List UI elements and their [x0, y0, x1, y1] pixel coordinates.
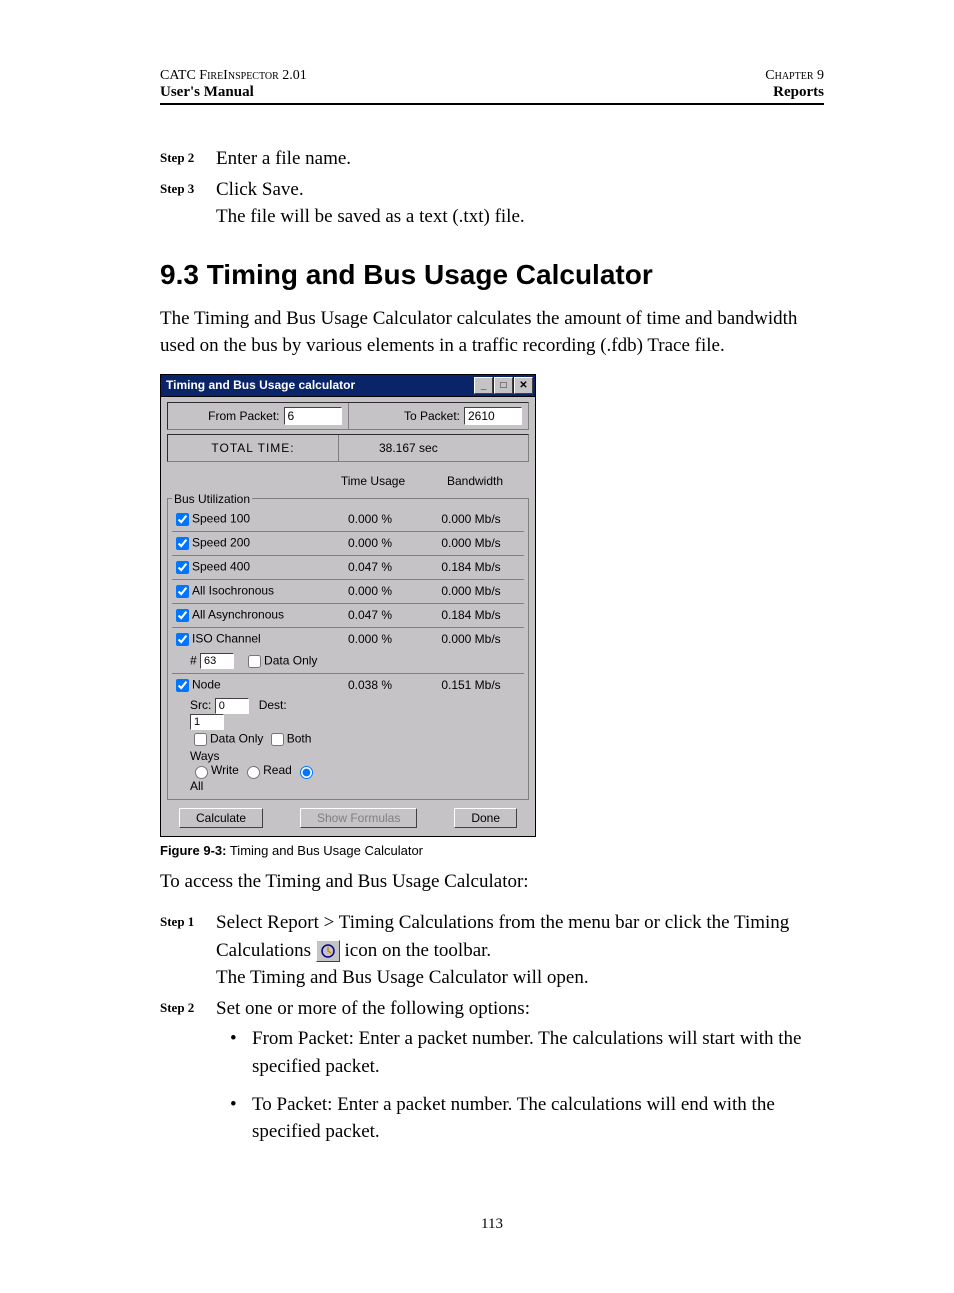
node-dest-label: Dest:: [259, 698, 287, 712]
section-intro: The Timing and Bus Usage Calculator calc…: [160, 305, 824, 360]
page-number: 113: [160, 1216, 824, 1233]
col-bandwidth: Bandwidth: [421, 474, 529, 488]
access-intro: To access the Timing and Bus Usage Calcu…: [160, 868, 824, 896]
timing-calculations-icon: [316, 940, 340, 962]
total-time-value: 38.167 sec: [339, 435, 528, 461]
node-read-label: Read: [263, 763, 292, 777]
calculate-button[interactable]: Calculate: [179, 808, 263, 828]
iso-num-input[interactable]: [200, 653, 234, 669]
node-all-radio[interactable]: [300, 766, 313, 779]
node-write-radio[interactable]: [195, 766, 208, 779]
node-dest-input[interactable]: [190, 714, 224, 730]
from-packet-label: From Packet:: [208, 409, 279, 423]
speed-400-time: 0.047 %: [322, 558, 418, 574]
speed-200-checkbox[interactable]: [176, 537, 189, 550]
node-bw: 0.151 Mb/s: [418, 676, 524, 692]
speed-200-bw: 0.000 Mb/s: [418, 534, 524, 550]
all-async-bw: 0.184 Mb/s: [418, 606, 524, 622]
figure-caption: Timing and Bus Usage Calculator: [226, 843, 423, 858]
access-step-2-label: Step 2: [160, 995, 216, 1023]
bus-utilization-legend: Bus Utilization: [172, 492, 252, 506]
header-right-bottom: Reports: [773, 84, 824, 101]
step-2-label: Step 2: [160, 145, 216, 173]
node-checkbox[interactable]: [176, 679, 189, 692]
window-title: Timing and Bus Usage calculator: [166, 378, 355, 392]
header-left-bottom: User's Manual: [160, 84, 254, 101]
speed-400-label: Speed 400: [192, 559, 250, 573]
iso-time: 0.000 %: [322, 630, 418, 646]
bullet-1-text: From Packet: Enter a packet number. The …: [252, 1025, 824, 1080]
total-time-label: TOTAL TIME:: [168, 435, 339, 461]
to-packet-label: To Packet:: [404, 409, 460, 423]
col-time-usage: Time Usage: [325, 474, 421, 488]
node-time: 0.038 %: [322, 676, 418, 692]
access-step-1-text: Select Report > Timing Calculations from…: [216, 909, 824, 964]
step-3-label: Step 3: [160, 176, 216, 231]
speed-100-bw: 0.000 Mb/s: [418, 510, 524, 526]
access-step-1-label: Step 1: [160, 909, 216, 992]
minimize-icon[interactable]: _: [474, 377, 493, 394]
node-read-radio[interactable]: [247, 766, 260, 779]
bullet-2-text: To Packet: Enter a packet number. The ca…: [252, 1091, 824, 1146]
bullet-icon: •: [230, 1091, 252, 1146]
node-bothways-checkbox[interactable]: [271, 733, 284, 746]
speed-100-time: 0.000 %: [322, 510, 418, 526]
speed-200-time: 0.000 %: [322, 534, 418, 550]
to-packet-input[interactable]: [464, 407, 522, 425]
section-heading: 9.3 Timing and Bus Usage Calculator: [160, 259, 824, 291]
step-3-text-1: Click Save.: [216, 176, 824, 204]
node-dataonly-checkbox[interactable]: [194, 733, 207, 746]
iso-dataonly-checkbox[interactable]: [248, 655, 261, 668]
speed-100-label: Speed 100: [192, 511, 250, 525]
iso-dataonly-label: Data Only: [264, 653, 317, 667]
speed-400-checkbox[interactable]: [176, 561, 189, 574]
node-src-input[interactable]: [215, 698, 249, 714]
all-iso-time: 0.000 %: [322, 582, 418, 598]
calculator-window: Timing and Bus Usage calculator _ □ ✕ Fr…: [160, 374, 536, 837]
done-button[interactable]: Done: [454, 808, 517, 828]
speed-400-bw: 0.184 Mb/s: [418, 558, 524, 574]
speed-200-label: Speed 200: [192, 535, 250, 549]
all-iso-bw: 0.000 Mb/s: [418, 582, 524, 598]
iso-num-label: #: [190, 653, 197, 667]
node-dataonly-label: Data Only: [210, 731, 263, 745]
bullet-icon: •: [230, 1025, 252, 1080]
node-src-label: Src:: [190, 698, 211, 712]
all-async-time: 0.047 %: [322, 606, 418, 622]
all-async-checkbox[interactable]: [176, 609, 189, 622]
iso-bw: 0.000 Mb/s: [418, 630, 524, 646]
access-step-1-text-2: The Timing and Bus Usage Calculator will…: [216, 964, 824, 992]
maximize-icon[interactable]: □: [494, 377, 513, 394]
access-step-2-text: Set one or more of the following options…: [216, 995, 824, 1023]
step-2-text: Enter a file name.: [216, 145, 824, 173]
all-iso-checkbox[interactable]: [176, 585, 189, 598]
close-icon[interactable]: ✕: [514, 377, 533, 394]
all-async-label: All Asynchronous: [192, 607, 284, 621]
node-label: Node: [192, 677, 221, 691]
header-right-top: Chapter 9: [765, 68, 824, 84]
figure-label: Figure 9-3:: [160, 843, 226, 858]
speed-100-checkbox[interactable]: [176, 513, 189, 526]
node-write-label: Write: [211, 763, 239, 777]
iso-channel-label: ISO Channel: [192, 631, 261, 645]
from-packet-input[interactable]: [284, 407, 342, 425]
step-3-text-2: The file will be saved as a text (.txt) …: [216, 203, 824, 231]
iso-channel-checkbox[interactable]: [176, 633, 189, 646]
show-formulas-button[interactable]: Show Formulas: [300, 808, 417, 828]
node-all-label: All: [190, 779, 203, 793]
all-iso-label: All Isochronous: [192, 583, 274, 597]
header-left-top: CATC FireInspector 2.01: [160, 68, 307, 84]
